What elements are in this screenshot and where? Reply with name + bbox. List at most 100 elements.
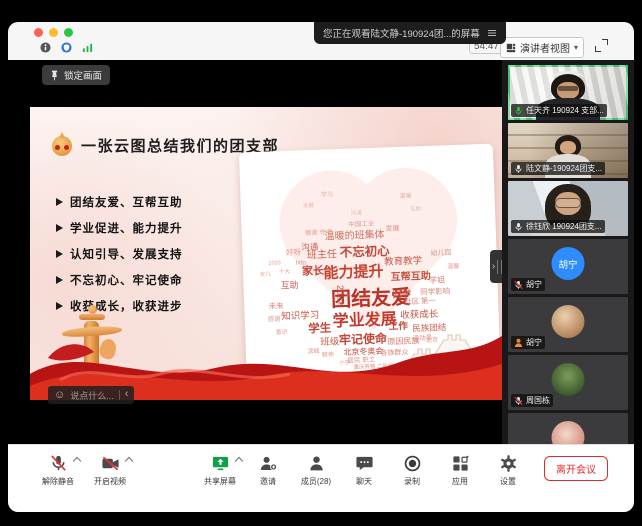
participant-tile[interactable]: 徐钰欣 190924团支... [508, 181, 628, 236]
word-cloud-word: 互助 [410, 207, 421, 213]
mic-on-icon [514, 222, 523, 232]
participant-name: 胡宁 [526, 279, 542, 290]
bullet-arrow-icon [56, 250, 63, 258]
collapse-chat-icon[interactable]: ‹ [125, 389, 129, 400]
connection-quality-icon[interactable] [82, 42, 93, 53]
mic-on-icon [514, 106, 523, 116]
word-cloud-word: 好呀 [286, 248, 301, 256]
shared-screen-area: 锁定画面 一张云图总结我们的团支部 团结友爱、互帮互助 学业促进、能力提升 认知… [8, 60, 502, 445]
word-cloud-word: 温馨 [447, 264, 459, 270]
content-area: 锁定画面 一张云图总结我们的团支部 团结友爱、互帮互助 学业促进、能力提升 认知… [8, 60, 634, 445]
viewing-screen-title: 您正在观看陆文静-190924团...的屏幕 [323, 26, 480, 40]
toolbar-button-label: 邀请 [260, 476, 276, 487]
participants-list: 任天齐 190924 支部... 陆文静-190924团支... 徐钰欣 19092… [508, 65, 628, 445]
zoom-window-button[interactable] [64, 28, 73, 37]
window-titlebar: 您正在观看陆文静-190924团...的屏幕 54:47 演讲者视图 ▾ [8, 22, 634, 61]
participant-name: 胡宁 [526, 337, 542, 348]
participant-name-label: 周国栋 [511, 394, 553, 407]
screen: 您正在观看陆文静-190924团...的屏幕 54:47 演讲者视图 ▾ 锁定画… [0, 0, 642, 526]
speaker-view-label: 演讲者视图 [520, 40, 570, 55]
settings-button[interactable]: 设置 [488, 452, 528, 487]
chat-input-placeholder[interactable]: 说点什么... [70, 389, 114, 402]
participant-tile[interactable]: 任天齐 190924 支部... [508, 65, 628, 120]
toolbar-button-label: 共享屏幕 [204, 476, 236, 487]
record-icon [403, 454, 422, 473]
toolbar-left-group: 解除静音开启视频 [38, 452, 130, 487]
share-screen-button[interactable]: 共享屏幕 [200, 452, 240, 487]
toolbar-button-label: 设置 [500, 476, 516, 487]
mic-on-icon [514, 164, 523, 174]
chevron-up-icon[interactable] [73, 457, 81, 465]
camera-muted-button[interactable]: 开启视频 [90, 452, 130, 487]
meeting-info-icon[interactable] [40, 42, 51, 53]
meeting-window: 您正在观看陆文静-190924团...的屏幕 54:47 演讲者视图 ▾ 锁定画… [8, 22, 634, 512]
record-button[interactable]: 录制 [392, 452, 432, 487]
participants-button[interactable]: 成员(28) [296, 452, 336, 487]
apps-button[interactable]: 应用 [440, 452, 480, 487]
encryption-shield-icon[interactable] [61, 42, 72, 53]
word-cloud-word: 互帮互助 [391, 272, 431, 283]
word-cloud-word: 2020 [268, 261, 280, 267]
word-cloud-word: 温暖 [400, 194, 412, 200]
sidebar-collapse-handle[interactable]: › [490, 250, 502, 283]
settings-icon [499, 454, 518, 473]
drag-grip-icon [497, 260, 502, 274]
avatar [552, 305, 585, 338]
bullet-arrow-icon [56, 224, 63, 232]
presentation-slide: 一张云图总结我们的团支部 团结友爱、互帮互助 学业促进、能力提升 认知引导、发展… [30, 107, 502, 400]
word-cloud-word: 学习 [321, 192, 333, 198]
participant-name: 陆文静-190924团支... [526, 163, 602, 174]
word-cloud-word: 知识学习 [281, 311, 319, 322]
participant-tile[interactable]: 胡宁 [508, 297, 628, 352]
pin-screen-button[interactable]: 锁定画面 [42, 65, 110, 85]
leave-meeting-button[interactable]: 离开会议 [544, 456, 608, 481]
word-cloud-word: 教育教学 [384, 256, 422, 267]
toolbar-button-label: 成员(28) [301, 476, 331, 487]
close-window-button[interactable] [34, 28, 43, 37]
chevron-up-icon[interactable] [235, 457, 243, 465]
participant-name-label: 陆文静-190924团支... [511, 162, 605, 175]
bullet-item: 不忘初心、牢记使命 [56, 273, 183, 287]
participant-name-label: 胡宁 [511, 336, 545, 349]
league-emblem-icon [52, 136, 72, 156]
participant-tile[interactable]: 胡宁胡宁 [508, 239, 628, 294]
participant-name: 徐钰欣 190924团支... [526, 221, 602, 232]
chat-button[interactable]: 聊天 [344, 452, 384, 487]
mic-muted-button[interactable]: 解除静音 [38, 452, 78, 487]
participants-sidebar: 任天齐 190924 支部... 陆文静-190924团支... 徐钰欣 19092… [502, 60, 634, 445]
pin-icon [50, 70, 59, 81]
bullet-item: 学业促进、能力提升 [56, 221, 183, 235]
chevron-up-icon[interactable] [125, 457, 133, 465]
invite-icon [259, 454, 278, 473]
banner-menu-icon[interactable] [487, 24, 497, 42]
emoji-icon[interactable]: ☺ [54, 390, 65, 401]
chat-quick-input[interactable]: ☺ 说点什么... ‹ [48, 386, 134, 404]
word-cloud-word: 家长 [302, 266, 324, 278]
word-cloud-word: 能力提升 [323, 264, 384, 281]
mic-muted-icon [514, 280, 523, 290]
word-cloud-word: 宿舍 作者 [305, 230, 333, 237]
bullet-item: 团结友爱、互帮互助 [56, 195, 183, 209]
bullet-item: 认知引导、发展支持 [56, 247, 183, 261]
word-cloud-word: 同学影响 [420, 288, 450, 297]
pin-screen-label: 锁定画面 [64, 68, 102, 82]
participant-tile[interactable]: 陆文静-190924团支... [508, 123, 628, 178]
fullscreen-icon[interactable] [595, 39, 608, 52]
toolbar-center-group: 共享屏幕 邀请 成员(28) 聊天录制应用设置 [200, 452, 528, 487]
person-icon [514, 338, 523, 347]
minimize-window-button[interactable] [49, 28, 58, 37]
word-cloud-word: 未来 [268, 302, 283, 310]
invite-button[interactable]: 邀请 [248, 452, 288, 487]
traffic-lights [34, 28, 73, 37]
word-cloud-word: 学姐 [429, 276, 445, 285]
avatar: 胡宁 [552, 247, 585, 280]
word-cloud-word: 第一 [421, 297, 436, 305]
word-cloud-word: 中国工业 [348, 222, 374, 229]
speaker-view-button[interactable]: 演讲者视图 ▾ [500, 37, 584, 58]
word-cloud-word: 沟通 [301, 243, 318, 252]
word-cloud-word: 2022 [335, 285, 345, 305]
avatar [552, 421, 585, 445]
participant-tile[interactable] [508, 413, 628, 445]
bullet-arrow-icon [56, 276, 63, 284]
participant-tile[interactable]: 周国栋 [508, 355, 628, 410]
